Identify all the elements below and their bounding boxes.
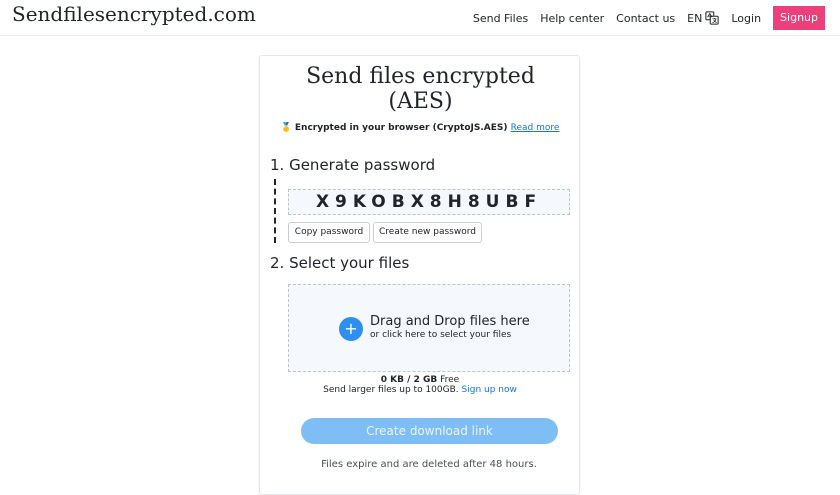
step-1-title: 1. Generate password: [270, 156, 436, 174]
dropzone-main-text: Drag and Drop files here: [370, 314, 530, 329]
language-selector[interactable]: EN: [687, 11, 720, 25]
usage-plan: Free: [440, 375, 460, 385]
step-connector: [274, 179, 276, 243]
password-field[interactable]: X9KOBX8H8UBF: [288, 189, 570, 215]
step-2-title: 2. Select your files: [270, 254, 410, 272]
copy-password-button[interactable]: Copy password: [288, 222, 370, 243]
nav-link-help-center[interactable]: Help center: [540, 12, 604, 25]
create-new-password-button[interactable]: Create new password: [373, 222, 482, 243]
login-link[interactable]: Login: [731, 12, 761, 25]
language-label: EN: [687, 11, 703, 25]
title-line-2: (AES): [388, 89, 453, 114]
nav-link-contact-us[interactable]: Contact us: [616, 12, 675, 25]
title-line-1: Send files encrypted: [306, 64, 535, 89]
medal-icon: 🥇: [280, 123, 292, 133]
brand-logo[interactable]: Sendfilesencrypted.com: [12, 2, 256, 26]
file-dropzone[interactable]: + Drag and Drop files here or click here…: [288, 284, 570, 372]
create-download-link-button[interactable]: Create download link: [301, 418, 558, 444]
expiry-note: Files expire and are deleted after 48 ho…: [321, 459, 537, 470]
sign-up-now-link[interactable]: Sign up now: [462, 385, 517, 395]
nav-items: Send Files Help center Contact us EN Log…: [461, 6, 825, 30]
read-more-link[interactable]: Read more: [511, 123, 560, 133]
encryption-note-text: Encrypted in your browser (CryptoJS.AES): [294, 123, 508, 133]
dropzone-sub-text: or click here to select your files: [370, 330, 512, 340]
larger-files-text: Send larger files up to 100GB.: [323, 385, 459, 395]
plus-icon: +: [339, 317, 363, 341]
usage-amount: 0 KB / 2 GB: [380, 375, 438, 385]
storage-usage: 0 KB / 2 GB Free: [0, 375, 840, 385]
navbar: Sendfilesencrypted.com Send Files Help c…: [0, 0, 840, 36]
page-title: Send files encrypted (AES): [260, 64, 581, 114]
larger-files-note: Send larger files up to 100GB. Sign up n…: [0, 385, 840, 395]
signup-button[interactable]: Signup: [773, 6, 825, 30]
nav-link-send-files[interactable]: Send Files: [473, 12, 528, 25]
translate-icon: [705, 11, 720, 25]
encryption-note: 🥇 Encrypted in your browser (CryptoJS.AE…: [0, 123, 840, 133]
